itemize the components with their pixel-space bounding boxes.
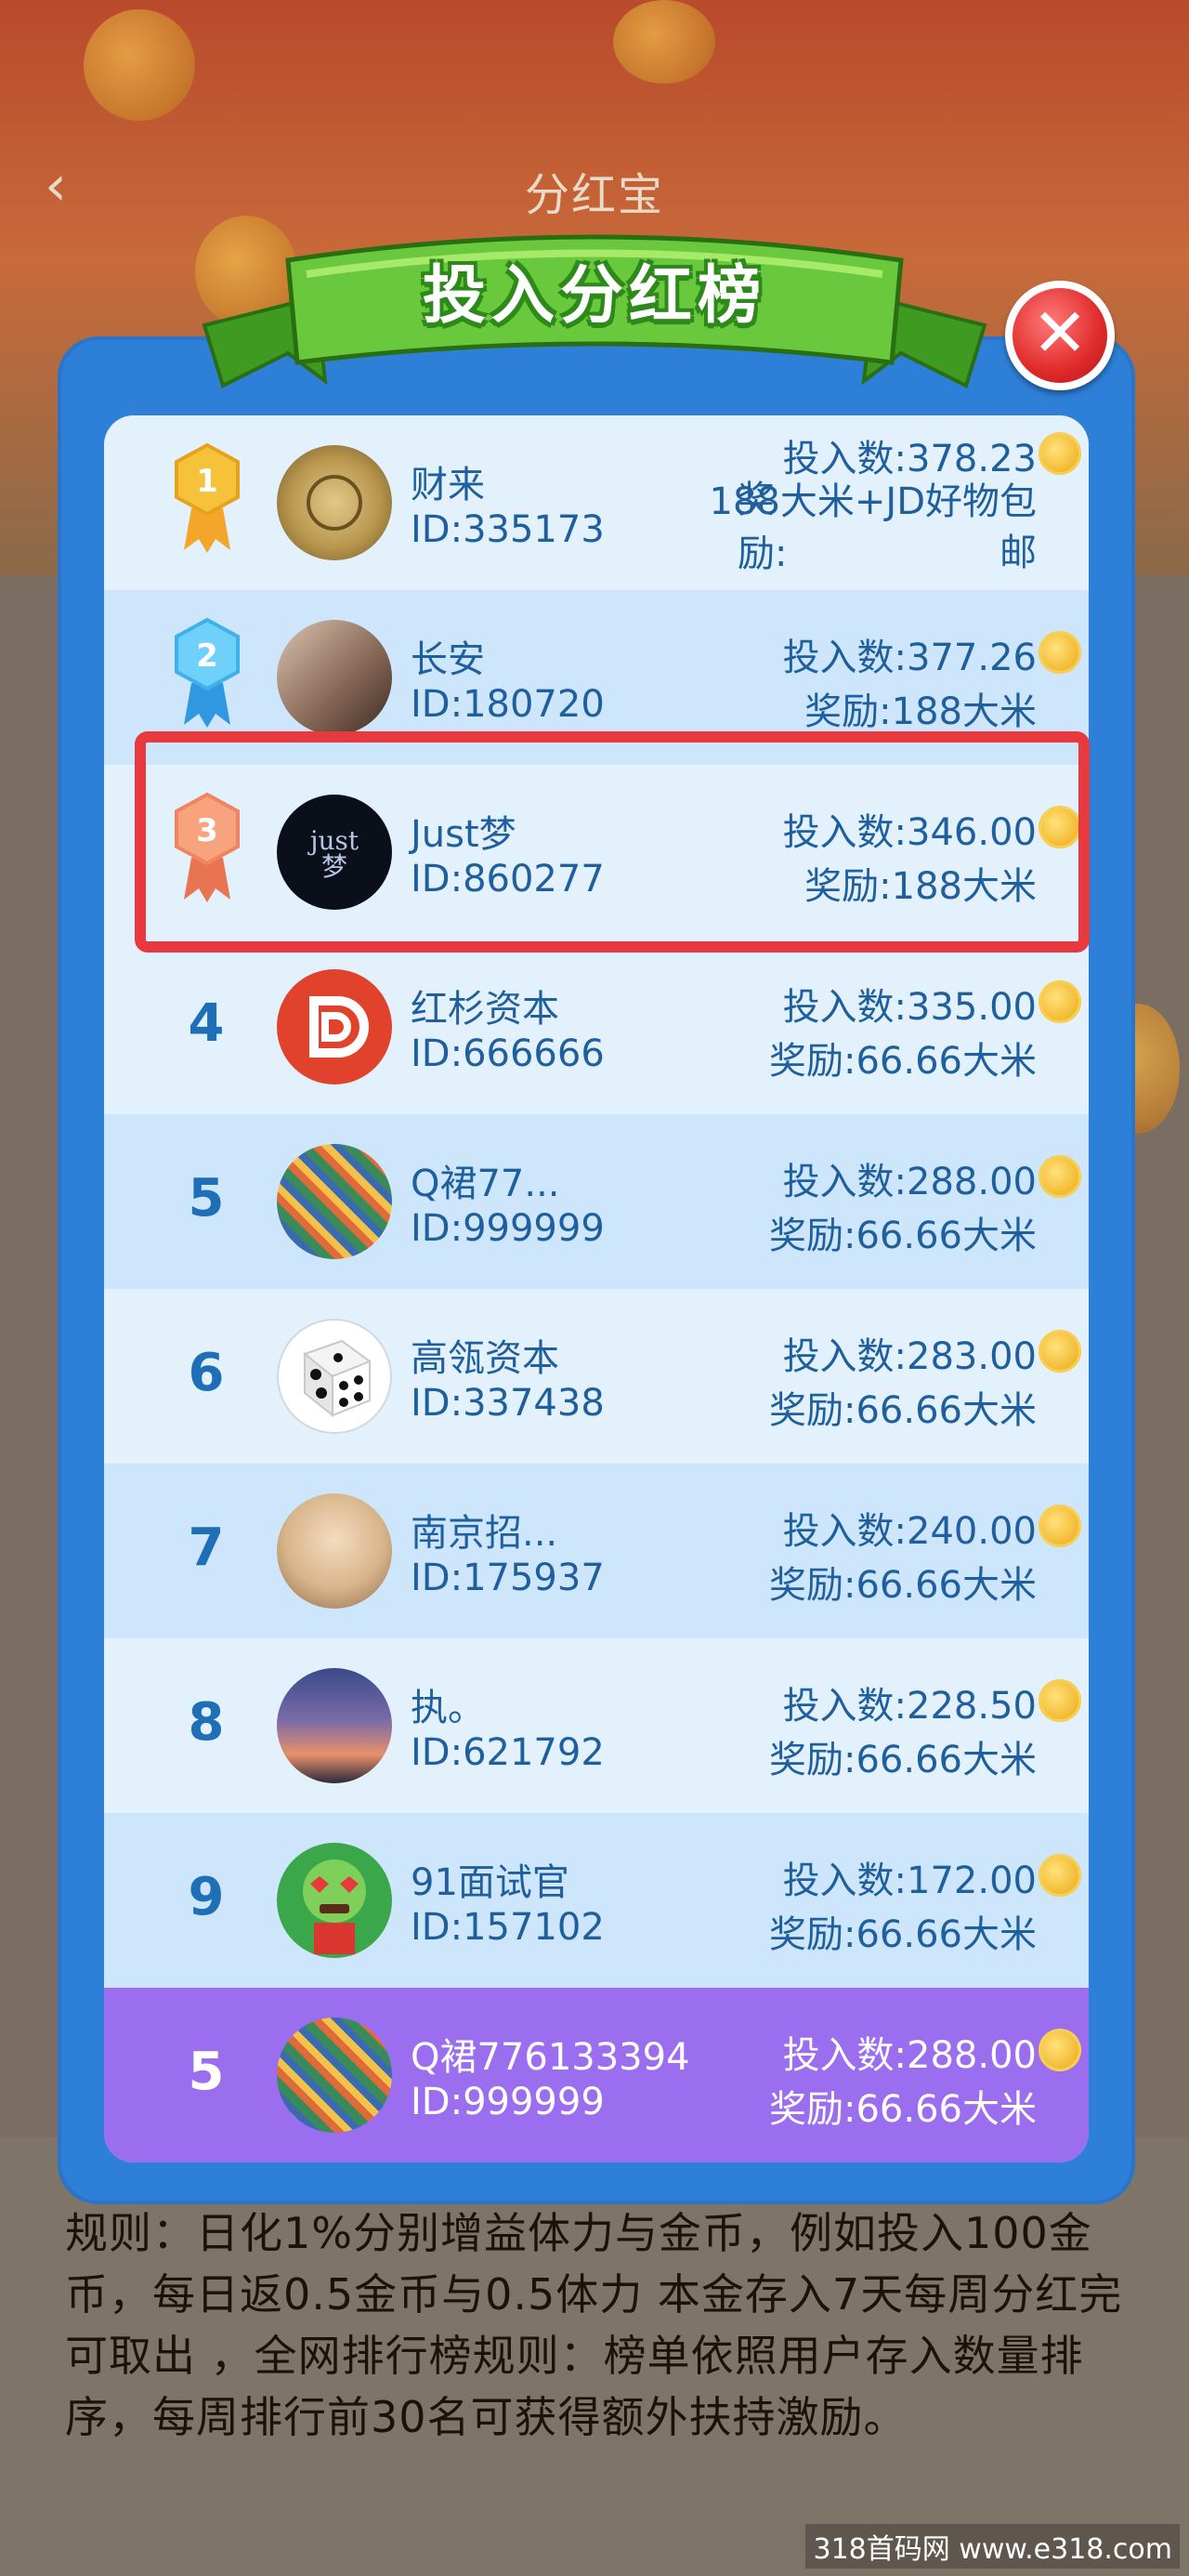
rank-number: 7 bbox=[188, 1518, 225, 1578]
avatar[interactable] bbox=[277, 2017, 392, 2133]
ranking-list: 1 财来 ID:335173 投入数:378.23 奖励: 188大米+JD好物… bbox=[104, 415, 1089, 2162]
user-id: ID:621792 bbox=[411, 1731, 605, 1774]
watermark: 318首码网 www.e318.com bbox=[805, 2524, 1180, 2569]
reward-value: 奖励:66.66大米 bbox=[769, 1564, 1037, 1607]
user-name: 高瓴资本 bbox=[411, 1337, 559, 1380]
user-name: 执。 bbox=[411, 1687, 485, 1729]
user-id: ID:337438 bbox=[411, 1382, 605, 1425]
reward-value: 奖励:66.66大米 bbox=[769, 1389, 1037, 1432]
coin-icon bbox=[1039, 1155, 1081, 1198]
user-id: ID:666666 bbox=[411, 1032, 605, 1075]
rules-text: 规则：日化1%分别增益体力与金币，例如投入100金币，每日返0.5金币与0.5体… bbox=[65, 2208, 1123, 2442]
user-id: ID:157102 bbox=[411, 1906, 605, 1949]
coin-icon bbox=[1039, 1505, 1081, 1547]
avatar[interactable] bbox=[277, 1668, 392, 1783]
investment-amount: 投入数:228.50 bbox=[782, 1685, 1037, 1728]
investment-amount: 投入数:283.00 bbox=[782, 1335, 1037, 1378]
coin-decoration bbox=[84, 9, 195, 121]
reward-value: 188大米+JD好物包邮 bbox=[709, 480, 1037, 574]
ranking-row: 4 红杉资本 ID:666666 投入数:335.00 奖励:66.66大米 bbox=[104, 940, 1089, 1114]
investment-amount: 投入数:288.00 bbox=[782, 1161, 1037, 1203]
reward-value: 奖励:66.66大米 bbox=[769, 1215, 1037, 1257]
avatar[interactable] bbox=[277, 969, 392, 1084]
gold-medal-icon: 1 bbox=[175, 443, 240, 553]
page-title: 分红宝 bbox=[524, 169, 664, 221]
rank-number: 8 bbox=[188, 1692, 225, 1753]
my-ranking-row: 5 Q裙776133394 ID:999999 投入数:288.00 奖励:66… bbox=[104, 1988, 1089, 2162]
svg-text:1: 1 bbox=[196, 463, 218, 500]
user-name: 91面试官 bbox=[411, 1861, 569, 1904]
user-name: 红杉资本 bbox=[411, 988, 559, 1031]
reward-value: 奖励:66.66大米 bbox=[769, 1913, 1037, 1956]
user-id: ID:999999 bbox=[411, 2081, 605, 2123]
reward-value: 奖励:66.66大米 bbox=[769, 1040, 1037, 1083]
ranking-row: 9 91面试官 ID:157102 投入数:172.00 奖励:66.66大米 bbox=[104, 1813, 1089, 1988]
coin-icon bbox=[1039, 1854, 1081, 1897]
reward-value: 奖励:188大米 bbox=[804, 690, 1037, 733]
highlight-box bbox=[135, 731, 1090, 953]
investment-amount: 投入数:172.00 bbox=[782, 1860, 1037, 1902]
avatar[interactable] bbox=[277, 1144, 392, 1259]
reward-value: 奖励:66.66大米 bbox=[769, 1739, 1037, 1781]
rank-number: 6 bbox=[188, 1343, 225, 1403]
rank-number: 9 bbox=[188, 1867, 225, 1927]
investment-amount: 投入数:378.23 bbox=[782, 438, 1037, 480]
user-name: 南京招... bbox=[411, 1512, 558, 1555]
coin-icon bbox=[1039, 2029, 1081, 2071]
investment-amount: 投入数:335.00 bbox=[782, 986, 1037, 1029]
user-name: 财来 bbox=[411, 464, 485, 506]
ranking-row: 6 高瓴资本 ID:337438 投入数:283.00 奖励:66.66大米 bbox=[104, 1289, 1089, 1464]
avatar[interactable] bbox=[277, 1319, 392, 1434]
avatar[interactable] bbox=[277, 445, 392, 560]
rank-number: 4 bbox=[188, 993, 225, 1054]
reward-value: 奖励:66.66大米 bbox=[769, 2088, 1037, 2131]
coin-icon bbox=[1039, 432, 1081, 475]
rank-number: 5 bbox=[188, 1168, 225, 1229]
coin-icon bbox=[1039, 980, 1081, 1023]
coin-icon bbox=[1039, 1330, 1081, 1373]
user-id: ID:335173 bbox=[411, 508, 605, 551]
user-name: 长安 bbox=[411, 638, 485, 681]
coin-icon bbox=[1039, 1679, 1081, 1722]
user-id: ID:180720 bbox=[411, 683, 605, 726]
investment-amount: 投入数:240.00 bbox=[782, 1510, 1037, 1553]
avatar[interactable] bbox=[277, 1493, 392, 1609]
avatar[interactable] bbox=[277, 1843, 392, 1958]
rank-number: 5 bbox=[188, 2042, 225, 2102]
zombie-icon bbox=[303, 1860, 366, 1954]
ranking-row: 1 财来 ID:335173 投入数:378.23 奖励: 188大米+JD好物… bbox=[104, 415, 1089, 590]
user-name: Q裙776133394 bbox=[411, 2036, 690, 2079]
user-id: ID:175937 bbox=[411, 1557, 605, 1599]
investment-amount: 投入数:377.26 bbox=[782, 637, 1037, 679]
silver-medal-icon: 2 bbox=[175, 618, 240, 728]
dice-icon bbox=[302, 1339, 372, 1418]
ranking-row: 5 Q裙77... ID:999999 投入数:288.00 奖励:66.66大… bbox=[104, 1114, 1089, 1289]
svg-text:2: 2 bbox=[196, 637, 218, 675]
user-name: Q裙77... bbox=[411, 1163, 560, 1205]
logo-icon bbox=[309, 996, 369, 1058]
investment-amount: 投入数:288.00 bbox=[782, 2034, 1037, 2077]
ranking-row: 8 执。 ID:621792 投入数:228.50 奖励:66.66大米 bbox=[104, 1638, 1089, 1813]
close-icon[interactable]: ✕ bbox=[1005, 281, 1115, 390]
ranking-row: 7 南京招... ID:175937 投入数:240.00 奖励:66.66大米 bbox=[104, 1464, 1089, 1638]
coin-decoration bbox=[613, 0, 715, 84]
coin-icon bbox=[1039, 631, 1081, 674]
avatar[interactable] bbox=[277, 620, 392, 735]
user-id: ID:999999 bbox=[411, 1207, 605, 1250]
